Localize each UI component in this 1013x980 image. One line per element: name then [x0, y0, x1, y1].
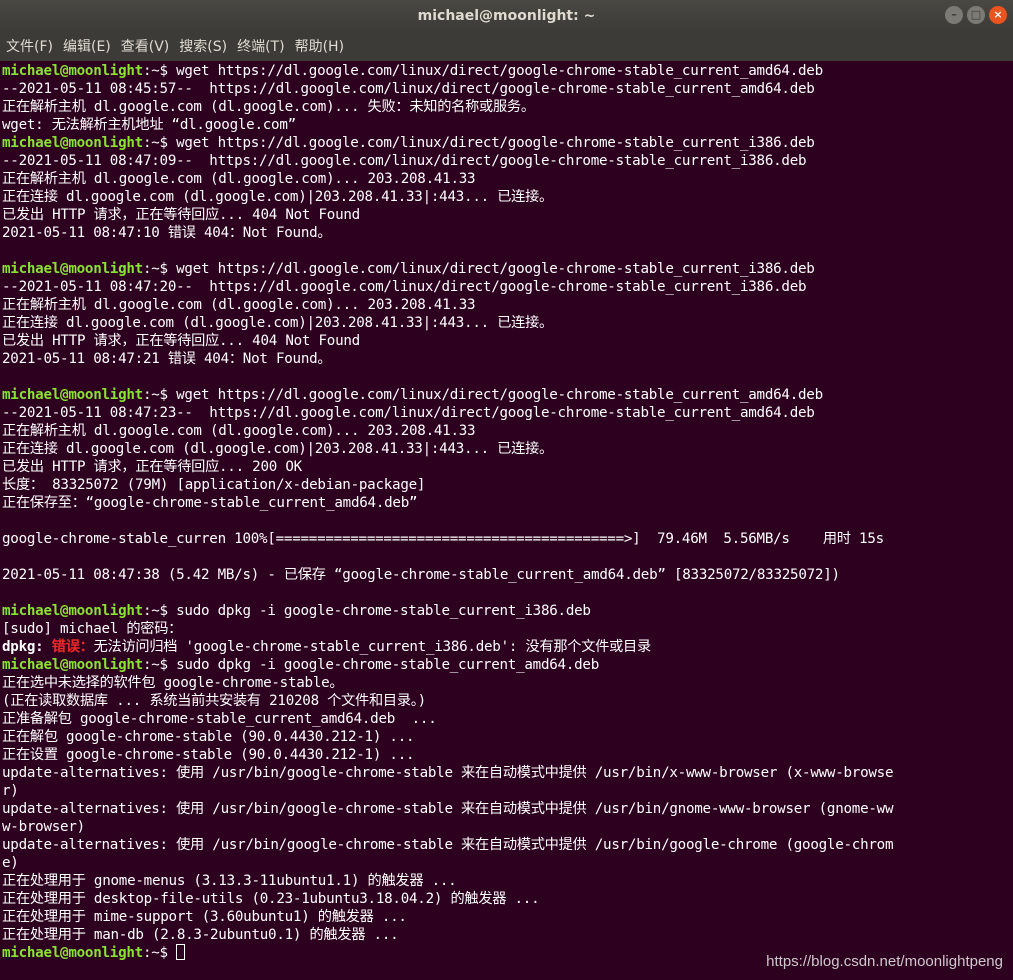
terminal-output[interactable]: michael@moonlight:~$ wget https://dl.goo…: [0, 62, 1013, 980]
command-text: wget https://dl.google.com/linux/direct/…: [176, 63, 823, 79]
output-line: 正在解析主机 dl.google.com (dl.google.com)... …: [2, 99, 535, 115]
prompt-path: :~$: [142, 387, 177, 403]
output-line: 正在解析主机 dl.google.com (dl.google.com)... …: [2, 423, 476, 439]
output-line: update-alternatives: 使用 /usr/bin/google-…: [2, 765, 894, 781]
prompt-path: :~$: [142, 657, 177, 673]
command-text: wget https://dl.google.com/linux/direct/…: [176, 387, 823, 403]
prompt-user-host: michael@moonlight: [2, 603, 143, 619]
window-title: michael@moonlight: ~: [417, 7, 596, 24]
command-text: wget https://dl.google.com/linux/direct/…: [176, 135, 815, 151]
output-line: --2021-05-11 08:47:23-- https://dl.googl…: [2, 405, 815, 421]
output-line: --2021-05-11 08:47:20-- https://dl.googl…: [2, 279, 807, 295]
error-message: 无法访问归档 'google-chrome-stable_current_i38…: [93, 639, 652, 655]
output-line: e): [2, 855, 19, 871]
menu-view[interactable]: 查看(V): [119, 36, 176, 56]
menu-search[interactable]: 搜索(S): [177, 36, 233, 56]
menu-bar: 文件(F) 编辑(E) 查看(V) 搜索(S) 终端(T) 帮助(H): [0, 31, 1013, 61]
output-line: 正在处理用于 man-db (2.8.3-2ubuntu0.1) 的触发器 ..…: [2, 927, 399, 943]
output-line: 正在解析主机 dl.google.com (dl.google.com)... …: [2, 297, 476, 313]
output-line: [sudo] michael 的密码：: [2, 621, 183, 637]
command-text: sudo dpkg -i google-chrome-stable_curren…: [176, 657, 600, 673]
menu-terminal[interactable]: 终端(T): [235, 36, 290, 56]
output-line: --2021-05-11 08:47:09-- https://dl.googl…: [2, 153, 807, 169]
error-line: dpkg: 错误：无法访问归档 'google-chrome-stable_cu…: [2, 638, 1013, 656]
prompt-user-host: michael@moonlight: [2, 261, 143, 277]
menu-help[interactable]: 帮助(H): [293, 36, 350, 56]
prompt-path: :~$: [142, 63, 177, 79]
menu-file[interactable]: 文件(F): [4, 36, 59, 56]
output-line: 正在保存至：“google-chrome-stable_current_amd6…: [2, 495, 418, 511]
minimize-button[interactable]: –: [945, 6, 963, 24]
output-line: update-alternatives: 使用 /usr/bin/google-…: [2, 801, 894, 817]
output-line: update-alternatives: 使用 /usr/bin/google-…: [2, 837, 894, 853]
prompt-user-host: michael@moonlight: [2, 135, 143, 151]
output-line: 正在解析主机 dl.google.com (dl.google.com)... …: [2, 171, 476, 187]
output-line: 正准备解包 google-chrome-stable_current_amd64…: [2, 711, 437, 727]
output-line: 已发出 HTTP 请求，正在等待回应... 404 Not Found: [2, 207, 360, 223]
error-label: 错误：: [51, 639, 94, 655]
output-line: 正在选中未选择的软件包 google-chrome-stable。: [2, 675, 344, 691]
output-line: 正在设置 google-chrome-stable (90.0.4430.212…: [2, 747, 415, 763]
title-bar[interactable]: michael@moonlight: ~ – □ ×: [0, 0, 1013, 31]
output-line: 正在解包 google-chrome-stable (90.0.4430.212…: [2, 729, 415, 745]
maximize-button[interactable]: □: [967, 6, 985, 24]
output-line: 正在连接 dl.google.com (dl.google.com)|203.2…: [2, 315, 553, 331]
output-line: (正在读取数据库 ... 系统当前共安装有 210208 个文件和目录。): [2, 693, 426, 709]
prompt-path: :~$: [142, 135, 177, 151]
output-line: w-browser): [2, 819, 85, 835]
output-line: 2021-05-11 08:47:38 (5.42 MB/s) - 已保存 “g…: [2, 567, 840, 583]
output-line: 长度： 83325072 (79M) [application/x-debian…: [2, 477, 426, 493]
prompt-line: michael@moonlight:~$ wget https://dl.goo…: [2, 62, 1013, 80]
terminal-window: michael@moonlight: ~ – □ × 文件(F) 编辑(E) 查…: [0, 0, 1013, 980]
prompt-line: michael@moonlight:~$ sudo dpkg -i google…: [2, 656, 1013, 674]
watermark: https://blog.csdn.net/moonlightpeng: [766, 953, 1003, 970]
output-line: 正在连接 dl.google.com (dl.google.com)|203.2…: [2, 441, 553, 457]
prompt-user-host: michael@moonlight: [2, 657, 143, 673]
prompt-path: :~$: [142, 603, 177, 619]
output-line: 正在连接 dl.google.com (dl.google.com)|203.2…: [2, 189, 553, 205]
terminal-cursor: [176, 944, 186, 960]
output-line: 2021-05-11 08:47:21 错误 404：Not Found。: [2, 351, 332, 367]
output-line: --2021-05-11 08:45:57-- https://dl.googl…: [2, 81, 815, 97]
output-line: 2021-05-11 08:47:10 错误 404：Not Found。: [2, 225, 332, 241]
window-controls: – □ ×: [945, 6, 1007, 24]
output-line: 正在处理用于 mime-support (3.60ubuntu1) 的触发器 .…: [2, 909, 407, 925]
menu-edit[interactable]: 编辑(E): [61, 36, 117, 56]
download-progress-line: google-chrome-stable_curren 100%[=======…: [2, 531, 884, 547]
prompt-line: michael@moonlight:~$ wget https://dl.goo…: [2, 386, 1013, 404]
output-line: 已发出 HTTP 请求，正在等待回应... 200 OK: [2, 459, 302, 475]
prompt-path: :~$: [142, 261, 177, 277]
prompt-user-host: michael@moonlight: [2, 63, 143, 79]
output-line: r): [2, 783, 19, 799]
prompt-path: :~$: [142, 945, 177, 961]
command-text: wget https://dl.google.com/linux/direct/…: [176, 261, 815, 277]
prompt-user-host: michael@moonlight: [2, 387, 143, 403]
prompt-line: michael@moonlight:~$ wget https://dl.goo…: [2, 260, 1013, 278]
output-line: 已发出 HTTP 请求，正在等待回应... 404 Not Found: [2, 333, 360, 349]
output-line: 正在处理用于 desktop-file-utils (0.23-1ubuntu3…: [2, 891, 540, 907]
error-prefix: dpkg:: [2, 639, 52, 655]
prompt-line: michael@moonlight:~$ sudo dpkg -i google…: [2, 602, 1013, 620]
command-text: sudo dpkg -i google-chrome-stable_curren…: [176, 603, 591, 619]
prompt-line: michael@moonlight:~$ wget https://dl.goo…: [2, 134, 1013, 152]
output-line: wget: 无法解析主机地址 “dl.google.com”: [2, 117, 296, 133]
close-button[interactable]: ×: [989, 6, 1007, 24]
output-line: 正在处理用于 gnome-menus (3.13.3-11ubuntu1.1) …: [2, 873, 457, 889]
prompt-user-host: michael@moonlight: [2, 945, 143, 961]
